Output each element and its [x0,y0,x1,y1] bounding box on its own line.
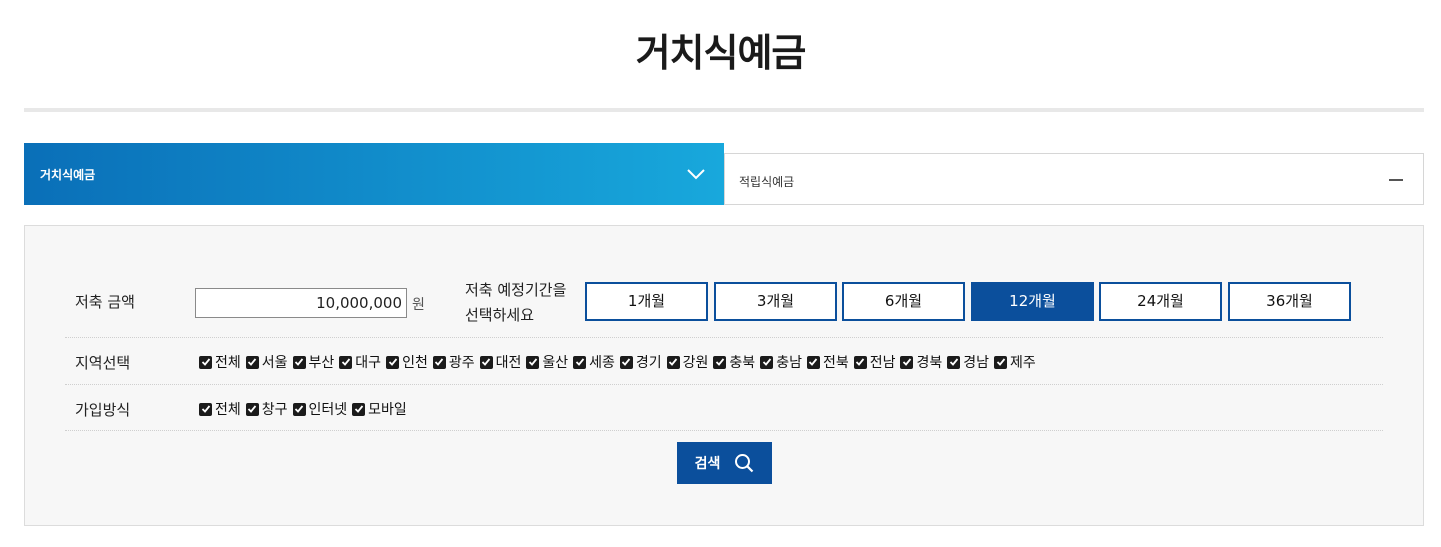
region-checkbox-label: 제주 [1010,355,1036,371]
join-method-checkbox[interactable]: 전체 [199,399,241,419]
period-button[interactable]: 1개월 [585,282,708,321]
title-divider [24,108,1424,112]
checkbox-checked-icon[interactable] [479,355,493,369]
period-button[interactable]: 24개월 [1099,282,1222,321]
region-checkbox[interactable]: 서울 [245,352,288,372]
checkbox-checked-icon[interactable] [994,355,1008,369]
checkbox-checked-icon[interactable] [352,402,366,416]
join-method-checkbox-group: 전체 창구 인터넷 모바일 [199,399,412,419]
checkbox-checked-icon[interactable] [432,355,446,369]
region-checkbox-label: 세종 [589,355,615,371]
region-checkbox-label: 울산 [542,355,569,371]
region-checkbox-label: 전체 [215,355,241,371]
join-method-row: 가입방식 전체 창구 인터넷 모바일 [65,385,1383,431]
region-checkbox-label: 경남 [963,355,990,371]
region-checkbox-label: 강원 [682,355,709,371]
period-button[interactable]: 36개월 [1228,282,1351,321]
region-checkbox-group: 전체 서울 부산 대구 인천 광주 대전 울산 세종 경기 강원 충북 충남 전북 전남 경북 경남 제주 [199,352,1041,372]
region-checkbox[interactable]: 인천 [386,352,428,372]
checkbox-checked-icon[interactable] [199,355,212,369]
join-method-checkbox[interactable]: 모바일 [352,399,407,419]
region-checkbox-label: 대전 [495,355,522,371]
join-method-checkbox-label: 전체 [215,402,241,418]
join-method-label: 가입방식 [75,401,131,419]
region-checkbox-label: 경기 [635,355,662,371]
period-label-line1: 저축 예정기간을 [465,281,567,299]
checkbox-checked-icon[interactable] [199,402,212,416]
region-checkbox-label: 전남 [869,355,896,371]
join-method-checkbox-label: 모바일 [368,402,407,418]
join-method-checkbox-label: 인터넷 [308,402,348,418]
region-checkbox-label: 충남 [776,355,802,371]
region-row: 지역선택 전체 서울 부산 대구 인천 광주 대전 울산 세종 경기 강원 충북 충남 전북 전남 경북 경남 제… [65,338,1383,385]
region-checkbox[interactable]: 전남 [853,352,896,372]
checkbox-checked-icon[interactable] [806,355,820,369]
period-button-selected[interactable]: 12개월 [971,282,1094,321]
checkbox-checked-icon[interactable] [526,355,540,369]
join-method-checkbox[interactable]: 인터넷 [292,399,348,419]
checkbox-checked-icon[interactable] [292,402,306,416]
tab-installment-deposit[interactable]: 적립식예금 [724,153,1424,205]
region-checkbox-label: 서울 [261,355,288,371]
period-label-line2: 선택하세요 [465,306,535,324]
checkbox-checked-icon[interactable] [666,355,680,369]
checkbox-checked-icon[interactable] [619,355,633,369]
product-tabs: 거치식예금 적립식예금 [24,143,1424,205]
search-filter-panel: 저축 금액 원 저축 예정기간을 선택하세요 1개월 3개월 6개월 12개월 … [24,225,1424,526]
region-checkbox-label: 광주 [448,355,475,371]
period-button[interactable]: 6개월 [842,282,965,321]
region-checkbox[interactable]: 광주 [432,352,475,372]
region-checkbox-label: 충북 [729,355,756,371]
amount-input[interactable] [195,288,407,318]
region-checkbox[interactable]: 대구 [339,352,381,372]
region-checkbox[interactable]: 경북 [900,352,942,372]
region-checkbox[interactable]: 제주 [994,352,1036,372]
period-label: 저축 예정기간을 선택하세요 [465,278,566,328]
tab-lump-sum-deposit[interactable]: 거치식예금 [24,143,724,205]
region-checkbox[interactable]: 경남 [947,352,989,372]
checkbox-checked-icon[interactable] [245,402,259,416]
region-checkbox[interactable]: 전체 [199,352,241,372]
checkbox-checked-icon[interactable] [573,355,587,369]
search-button[interactable]: 검색 [677,442,772,484]
region-checkbox-label: 대구 [355,355,382,371]
amount-label: 저축 금액 [75,293,135,311]
tab-label: 적립식예금 [739,175,795,189]
join-method-checkbox[interactable]: 창구 [245,399,288,419]
region-checkbox[interactable]: 대전 [479,352,522,372]
region-checkbox[interactable]: 충남 [760,352,802,372]
region-checkbox-label: 전북 [822,355,849,371]
region-checkbox-label: 경북 [916,355,943,371]
region-checkbox-label: 인천 [402,355,428,371]
search-icon [735,454,754,473]
minus-icon [1389,179,1403,181]
checkbox-checked-icon[interactable] [339,355,353,369]
region-checkbox[interactable]: 경기 [619,352,662,372]
chevron-down-icon [687,169,705,180]
join-method-checkbox-label: 창구 [261,402,288,418]
checkbox-checked-icon[interactable] [386,355,400,369]
region-checkbox[interactable]: 전북 [806,352,849,372]
region-checkbox[interactable]: 울산 [526,352,568,372]
amount-row: 저축 금액 원 저축 예정기간을 선택하세요 1개월 3개월 6개월 12개월 … [65,266,1383,338]
region-checkbox[interactable]: 강원 [666,352,709,372]
checkbox-checked-icon[interactable] [947,355,961,369]
region-checkbox[interactable]: 세종 [573,352,615,372]
checkbox-checked-icon[interactable] [713,355,727,369]
search-button-label: 검색 [694,456,721,472]
checkbox-checked-icon[interactable] [853,355,867,369]
region-checkbox-label: 부산 [308,355,335,371]
region-checkbox[interactable]: 충북 [713,352,755,372]
region-label: 지역선택 [75,354,131,372]
amount-unit: 원 [412,297,425,313]
period-button[interactable]: 3개월 [714,282,837,321]
checkbox-checked-icon[interactable] [760,355,774,369]
checkbox-checked-icon[interactable] [900,355,914,369]
tab-label: 거치식예금 [40,168,96,182]
checkbox-checked-icon[interactable] [292,355,306,369]
checkbox-checked-icon[interactable] [245,355,259,369]
page-title: 거치식예금 [635,31,807,75]
region-checkbox[interactable]: 부산 [292,352,335,372]
